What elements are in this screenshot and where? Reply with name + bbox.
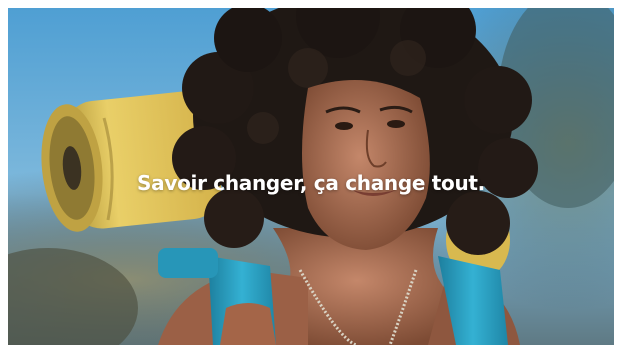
face (302, 80, 430, 250)
ad-tagline: Savoir changer, ça change tout. (137, 171, 485, 195)
ad-video-frame: Savoir changer, ça change tout. (8, 8, 614, 345)
